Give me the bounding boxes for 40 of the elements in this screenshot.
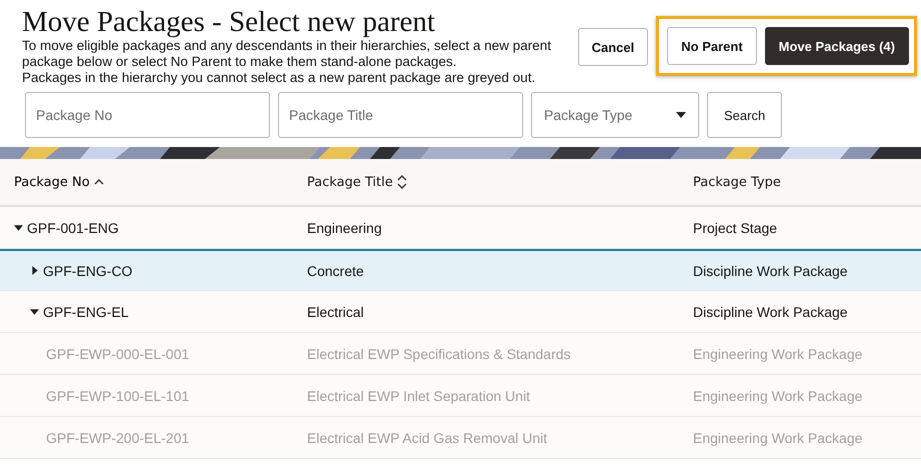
column-header[interactable]: Package Title xyxy=(307,174,393,190)
expanded-icon[interactable] xyxy=(14,224,23,230)
table-cell: GPF-EWP-100-EL-101 xyxy=(46,388,190,404)
table-cell: Electrical EWP Specifications & Standards xyxy=(307,346,571,362)
table-cell: GPF-ENG-CO xyxy=(43,262,132,278)
table-cell: Discipline Work Package xyxy=(693,304,848,320)
table-cell: GPF-ENG-EL xyxy=(43,304,129,320)
table-cell: GPF-EWP-000-EL-001 xyxy=(46,346,190,362)
input-field[interactable]: Package No xyxy=(25,92,270,138)
column-header[interactable]: Package Type xyxy=(693,174,781,190)
expanded-icon[interactable] xyxy=(30,308,39,314)
sort-ascending-icon[interactable] xyxy=(94,179,104,185)
table-cell: Electrical EWP Inlet Separation Unit xyxy=(307,388,530,404)
dialog-title: Move Packages - Select new parent xyxy=(22,6,436,38)
table-cell: Project Stage xyxy=(693,220,778,236)
table-row[interactable]: GPF-001-ENG Engineering Project Stage xyxy=(0,207,921,249)
collapsed-icon[interactable] xyxy=(32,266,38,275)
input-field[interactable]: Package Title xyxy=(278,92,523,138)
caret-icon xyxy=(676,112,686,118)
action-button[interactable]: Cancel xyxy=(578,28,648,66)
search-button[interactable]: Search xyxy=(707,92,782,138)
sort-icon[interactable] xyxy=(396,175,407,189)
table-cell: GPF-001-ENG xyxy=(27,220,119,236)
table-cell: Electrical xyxy=(307,304,364,320)
column-header[interactable]: Package No xyxy=(14,174,90,190)
table-cell: GPF-EWP-200-EL-201 xyxy=(46,430,190,446)
select-field[interactable]: Package Type xyxy=(531,92,699,138)
table-cell: Engineering Work Package xyxy=(693,430,862,446)
description-text: Packages in the hierarchy you cannot select as a new parent package are greyed out. xyxy=(22,70,536,86)
table-cell: Concrete xyxy=(307,262,364,278)
table-row[interactable]: GPF-ENG-CO Concrete Discipline Work Package xyxy=(0,249,921,291)
description-text: To move eligible packages and any descendants in their hierarchies, select a new parent package below or select No Parent to make them stand-alone packages. xyxy=(22,38,552,70)
table-cell: Discipline Work Package xyxy=(693,262,848,278)
action-button[interactable]: No Parent xyxy=(667,27,757,65)
table-cell: Engineering Work Package xyxy=(693,388,862,404)
table-cell: Engineering Work Package xyxy=(693,346,862,362)
table-cell: Engineering xyxy=(307,220,382,236)
action-button[interactable]: Move Packages (4) xyxy=(764,27,909,65)
table-row[interactable]: GPF-ENG-EL Electrical Discipline Work Package xyxy=(0,291,921,333)
table-cell: Electrical EWP Acid Gas Removal Unit xyxy=(307,430,548,446)
